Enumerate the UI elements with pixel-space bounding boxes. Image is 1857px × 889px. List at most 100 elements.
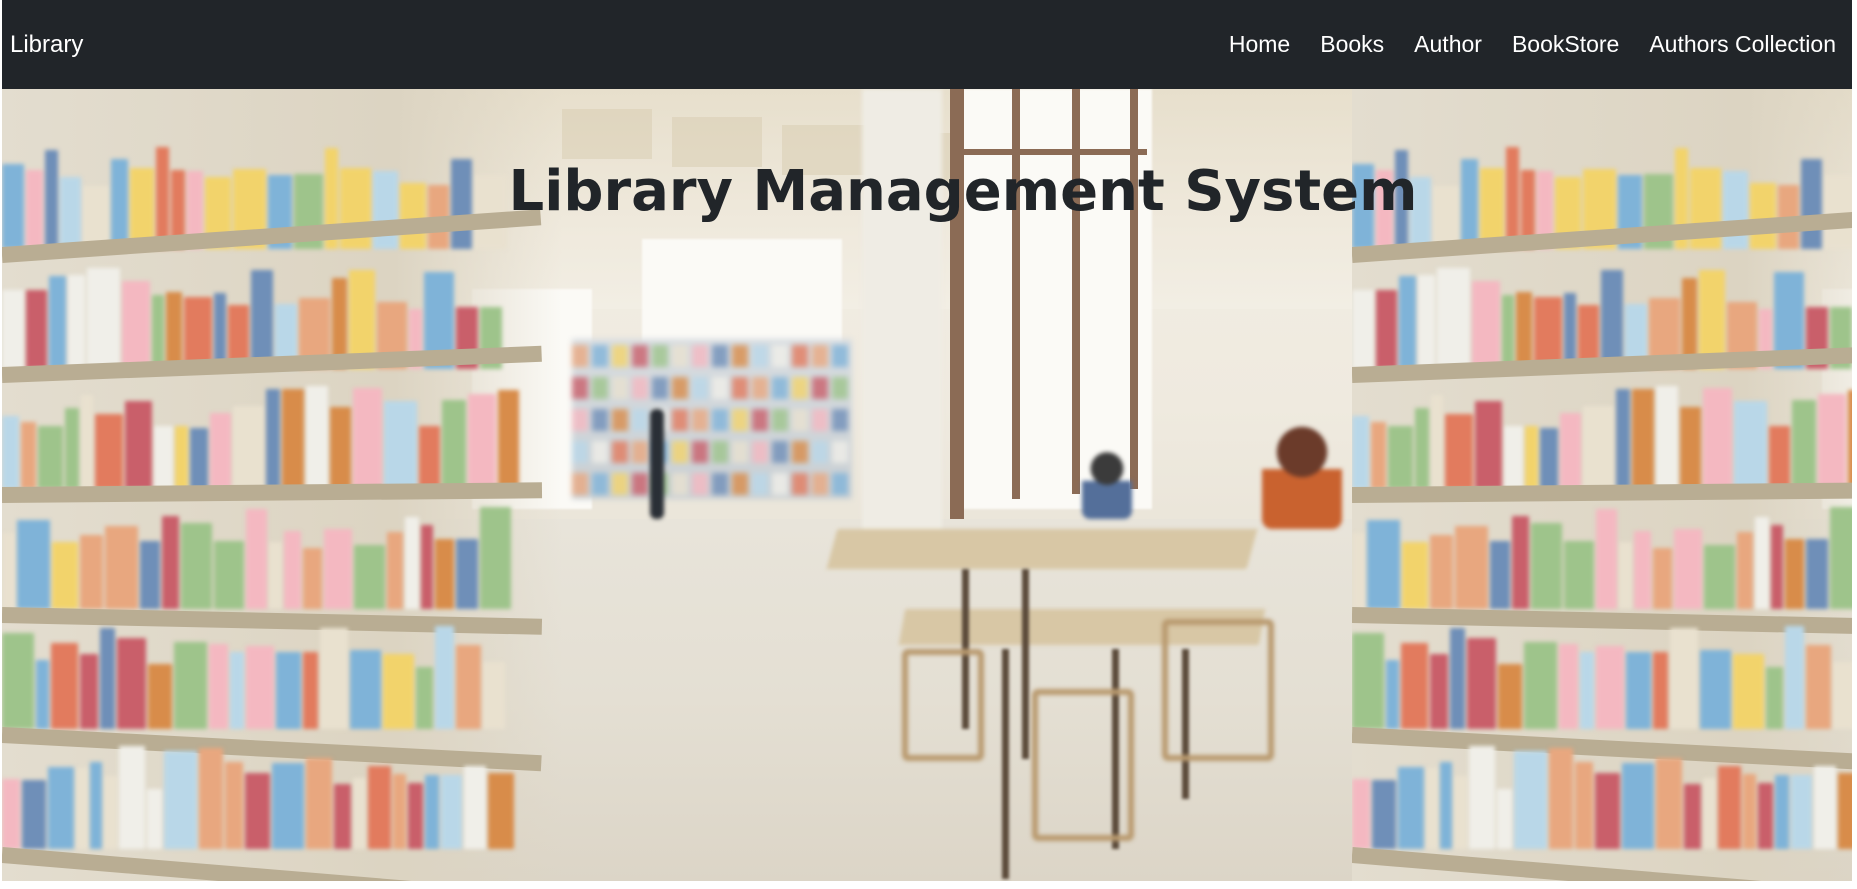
distant-book <box>792 473 808 495</box>
distant-book <box>572 441 588 463</box>
book-spine <box>1386 660 1399 729</box>
distant-book <box>712 345 728 367</box>
book-spine <box>76 768 88 849</box>
distant-book <box>632 409 648 431</box>
book-row <box>2 499 522 609</box>
distant-book <box>792 377 808 399</box>
book-spine <box>1415 408 1429 489</box>
book-spine <box>38 426 63 489</box>
table-leg <box>1022 569 1029 759</box>
distant-book <box>672 441 688 463</box>
book-spine <box>1833 662 1852 729</box>
book-spine <box>1771 525 1783 609</box>
book-spine <box>1616 389 1630 489</box>
reading-table <box>826 529 1258 569</box>
book-spine <box>52 542 78 609</box>
book-spine <box>1653 548 1672 609</box>
book-spine <box>1737 532 1753 609</box>
book-spine <box>199 748 223 849</box>
book-spine <box>51 643 78 729</box>
distant-book <box>712 377 728 399</box>
book-spine <box>87 268 120 369</box>
book-spine <box>81 395 93 489</box>
page-title: Library Management System <box>508 159 1418 224</box>
nav-link-home[interactable]: Home <box>1229 31 1290 58</box>
book-spine <box>1475 401 1502 489</box>
distant-book <box>592 473 608 495</box>
distant-book <box>572 409 588 431</box>
nav-link-authors-collection[interactable]: Authors Collection <box>1649 31 1836 58</box>
top-navbar: Library Home Books Author BookStore Auth… <box>2 0 1852 89</box>
navbar-brand[interactable]: Library <box>10 31 83 59</box>
book-spine <box>1814 766 1836 849</box>
book-spine <box>122 281 150 369</box>
book-spine <box>100 628 115 729</box>
book-spine <box>2 533 15 609</box>
book-spine <box>210 413 231 489</box>
book-spine <box>152 295 164 369</box>
book-spine <box>1775 775 1789 849</box>
book-spine <box>105 526 138 609</box>
book-spine <box>1626 652 1651 729</box>
distant-book <box>632 345 648 367</box>
book-spine <box>1755 517 1769 609</box>
distant-book <box>812 409 828 431</box>
distant-book <box>752 345 768 367</box>
book-spine <box>1540 428 1558 489</box>
distant-book <box>772 441 788 463</box>
book-spine <box>36 660 49 729</box>
book-spine <box>1806 645 1831 729</box>
book-spine <box>246 509 267 609</box>
book-spine <box>334 784 351 849</box>
book-spine <box>272 763 304 849</box>
window-frame <box>957 149 1147 155</box>
book-spine <box>1806 539 1828 609</box>
book-spine <box>1426 768 1438 849</box>
book-spine <box>1734 401 1767 489</box>
book-spine <box>1785 539 1804 609</box>
distant-book <box>832 441 848 463</box>
distant-book <box>732 409 748 431</box>
book-spine <box>1388 426 1413 489</box>
book-spine <box>104 776 117 849</box>
book-spine <box>1595 773 1620 849</box>
book-spine <box>1352 416 1369 489</box>
book-spine <box>190 428 208 489</box>
book-spine <box>1564 541 1594 609</box>
book-spine <box>251 270 273 369</box>
book-spine <box>1371 422 1386 489</box>
book-spine <box>1512 516 1529 609</box>
book-spine <box>320 628 348 729</box>
book-spine <box>1497 789 1512 849</box>
book-spine <box>1838 773 1852 849</box>
nav-link-bookstore[interactable]: BookStore <box>1512 31 1619 58</box>
distant-book <box>792 441 808 463</box>
distant-book <box>612 473 628 495</box>
book-spine <box>464 766 486 849</box>
book-spine <box>1401 643 1428 729</box>
nav-link-books[interactable]: Books <box>1320 31 1384 58</box>
book-spine <box>269 542 282 609</box>
book-row <box>2 619 522 729</box>
book-spine <box>245 773 270 849</box>
distant-book <box>692 345 708 367</box>
book-spine <box>22 780 46 849</box>
book-spine <box>353 388 382 489</box>
distant-bookshelf <box>572 339 852 499</box>
distant-book <box>712 441 728 463</box>
book-spine <box>1352 533 1365 609</box>
book-spine <box>21 422 36 489</box>
book-spine <box>498 390 519 489</box>
nav-link-author[interactable]: Author <box>1414 31 1482 58</box>
book-spine <box>1575 762 1593 849</box>
book-spine <box>147 789 162 849</box>
book-spine <box>483 662 505 729</box>
book-spine <box>1469 746 1495 849</box>
book-spine <box>1758 783 1773 849</box>
distant-book <box>732 345 748 367</box>
distant-book <box>692 441 708 463</box>
person-walking <box>650 409 664 519</box>
book-spine <box>1766 667 1783 729</box>
book-spine <box>1656 386 1678 489</box>
book-spine <box>209 644 228 729</box>
